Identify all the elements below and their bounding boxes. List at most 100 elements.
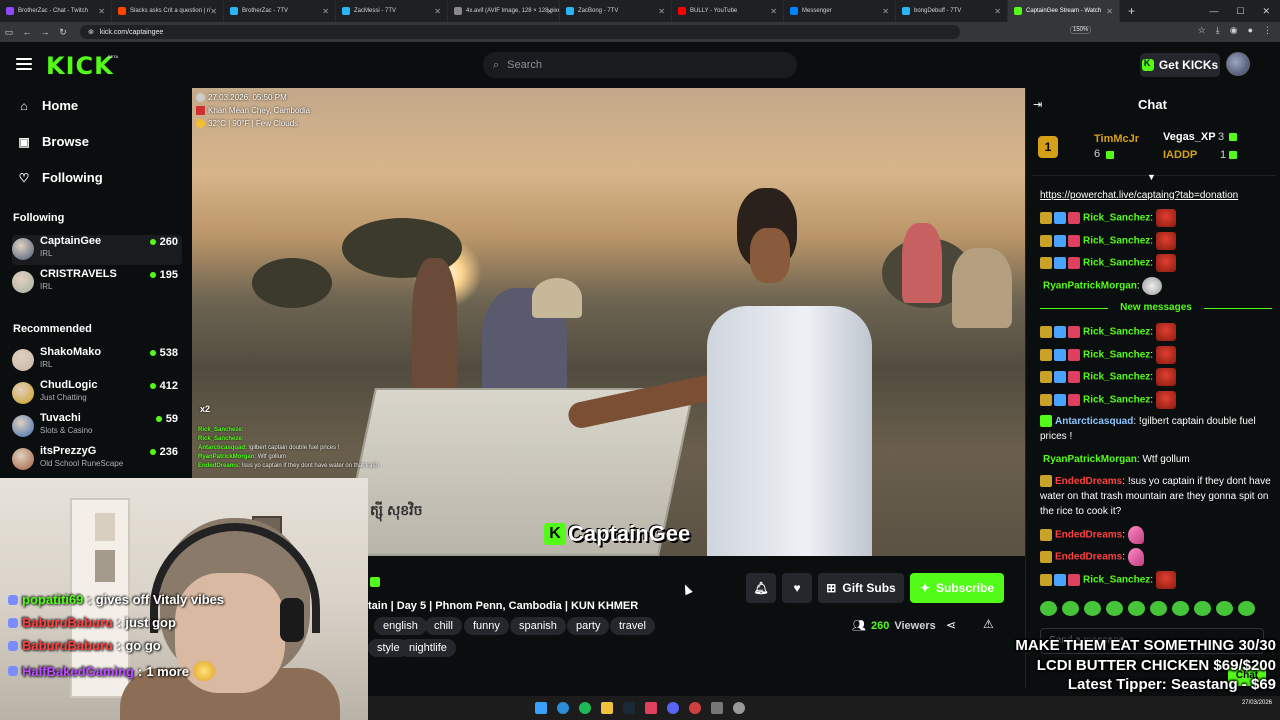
browser-tab[interactable]: ZacBong - 7TV ✕ [560,0,672,22]
quick-emote-icon[interactable] [1194,601,1211,616]
notification-bell-button[interactable]: 🔔︎ [746,573,776,603]
report-icon[interactable]: ⚠ [983,617,994,631]
back-icon[interactable]: ← [18,27,36,37]
chat-username[interactable]: Rick_Sanchez [1083,395,1150,406]
stream-tag[interactable]: chill [425,617,462,635]
new-tab-button[interactable]: + [1128,4,1135,18]
get-kicks-button[interactable]: Get KICKs [1140,53,1220,77]
chat-username[interactable]: EndedDreams [1055,552,1122,563]
chat-username[interactable]: Rick_Sanchez [1083,350,1150,361]
minimize-icon[interactable]: — [1209,6,1218,16]
sidebar-channel[interactable]: ChudLogic Just Chatting 412 [12,379,182,409]
browser-tab[interactable]: bongDebuff - 7TV ✕ [896,0,1008,22]
stream-tag[interactable]: spanish [510,617,566,635]
chat-username[interactable]: Rick_Sanchez [1083,575,1150,586]
stream-tag[interactable]: funny [464,617,509,635]
leaderboard-name[interactable]: Vegas_XP [1163,131,1216,143]
tab-close-icon[interactable]: ✕ [210,7,217,16]
browser-tab[interactable]: Slacks asks Crit a question | r/✕ [112,0,224,22]
stream-tag[interactable]: travel [610,617,655,635]
chat-username[interactable]: RyanPatrickMorgan [1043,281,1137,292]
sidebar-nav-following[interactable]: ♡ Following [18,170,103,185]
quick-emote-bar[interactable] [1040,601,1276,616]
sidebar-nav-browse[interactable]: ▣ Browse [18,134,89,149]
stream-tag[interactable]: nightlife [400,639,456,657]
tab-close-icon[interactable]: ✕ [658,7,665,16]
leaderboard-name[interactable]: IADDP [1163,149,1197,161]
quick-emote-icon[interactable] [1106,601,1123,616]
chat-username[interactable]: EndedDreams [1055,476,1122,487]
tab-close-icon[interactable]: ✕ [770,7,777,16]
sidebar-channel[interactable]: ShakoMako IRL 538 [12,346,182,376]
sidebar-channel[interactable]: CRISTRAVELS IRL 195 [12,268,182,298]
chat-username[interactable]: RyanPatrickMorgan [1043,454,1137,465]
stream-tag[interactable]: english [374,617,427,635]
download-icon[interactable]: ⤓ [1216,25,1220,36]
tab-close-icon[interactable]: ✕ [1106,7,1113,16]
extensions-icon[interactable]: ◉ [1230,25,1238,36]
chat-username[interactable]: Rick_Sanchez [1083,372,1150,383]
tab-close-icon[interactable]: ✕ [882,7,889,16]
sidebar-channel[interactable]: itsPrezzyG Old School RuneScape 236 [12,445,182,475]
pinned-expand-icon[interactable]: ▼ [1147,172,1156,182]
profile-icon[interactable]: ● [1248,25,1253,36]
star-icon[interactable]: ☆ [1198,25,1206,36]
quick-emote-icon[interactable] [1238,601,1255,616]
quick-emote-icon[interactable] [1040,601,1057,616]
tab-close-icon[interactable]: ✕ [994,7,1001,16]
app-icon[interactable] [645,702,657,714]
follow-button[interactable]: ♥ [782,573,812,603]
tab-close-icon[interactable]: ✕ [546,7,553,16]
kick-logo[interactable]: KICK [46,52,114,80]
sidebar-nav-home[interactable]: ⌂ Home [18,98,78,113]
subscribe-button[interactable]: ✦ Subscribe [910,573,1004,603]
hamburger-menu-icon[interactable] [16,58,32,70]
steam-icon[interactable] [623,702,635,714]
telegram-icon[interactable] [557,702,569,714]
obs-icon[interactable] [689,702,701,714]
settings-icon[interactable] [733,702,745,714]
chat-username[interactable]: Rick_Sanchez [1083,258,1150,269]
forward-icon[interactable]: → [36,27,54,37]
stream-tag[interactable]: party [567,617,610,635]
chat-username[interactable]: Antarcticasquad [1055,416,1133,427]
chat-username[interactable]: Rick_Sanchez [1083,327,1150,338]
tab-list-icon[interactable]: ▭ [0,27,18,38]
browser-tab[interactable]: CaptainGee Stream - Watch ✕ [1008,0,1120,22]
quick-emote-icon[interactable] [1216,601,1233,616]
spotify-icon[interactable] [579,702,591,714]
start-icon[interactable] [535,702,547,714]
chat-username[interactable]: Rick_Sanchez [1083,236,1150,247]
chat-username[interactable]: Rick_Sanchez [1083,213,1150,224]
tab-close-icon[interactable]: ✕ [434,7,441,16]
leaderboard-name[interactable]: TimMcJr [1094,133,1139,145]
maximize-icon[interactable]: ☐ [1236,6,1244,17]
close-icon[interactable]: ✕ [1262,6,1270,17]
menu-icon[interactable]: ⋮ [1263,25,1272,36]
reload-icon[interactable]: ↻ [54,27,72,38]
quick-emote-icon[interactable] [1062,601,1079,616]
discord-icon[interactable] [667,702,679,714]
browser-tab[interactable]: 4x.avif (AVIF Image, 128 × 128 pixels) ✕ [448,0,560,22]
browser-tab[interactable]: BrotherZac - Chat - Twitch ✕ [0,0,112,22]
sidebar-channel[interactable]: Tuvachi Slots & Casino 59 [12,412,182,442]
site-info-icon[interactable]: ⊚ [88,28,94,36]
quick-emote-icon[interactable] [1128,601,1145,616]
zoom-level[interactable]: 150% [1070,26,1092,34]
quick-emote-icon[interactable] [1150,601,1167,616]
share-icon[interactable]: ⋖ [946,618,956,632]
search-input[interactable]: ⌕ Search [483,52,797,78]
quick-emote-icon[interactable] [1084,601,1101,616]
user-avatar[interactable] [1226,52,1250,76]
gift-subs-button[interactable]: ⊞ Gift Subs [818,573,904,603]
browser-tab[interactable]: BrotherZac - 7TV ✕ [224,0,336,22]
sidebar-channel[interactable]: CaptainGee IRL 260 [12,235,182,265]
url-field[interactable]: ⊚ kick.com/captaingee [80,25,960,39]
chat-username[interactable]: EndedDreams [1055,530,1122,541]
file-explorer-icon[interactable] [601,702,613,714]
donation-link[interactable]: https://powerchat.live/captaing?tab=dona… [1040,190,1238,201]
app-icon[interactable] [711,702,723,714]
browser-tab[interactable]: Messenger ✕ [784,0,896,22]
quick-emote-icon[interactable] [1172,601,1189,616]
browser-tab[interactable]: BULLY - YouTube ✕ [672,0,784,22]
